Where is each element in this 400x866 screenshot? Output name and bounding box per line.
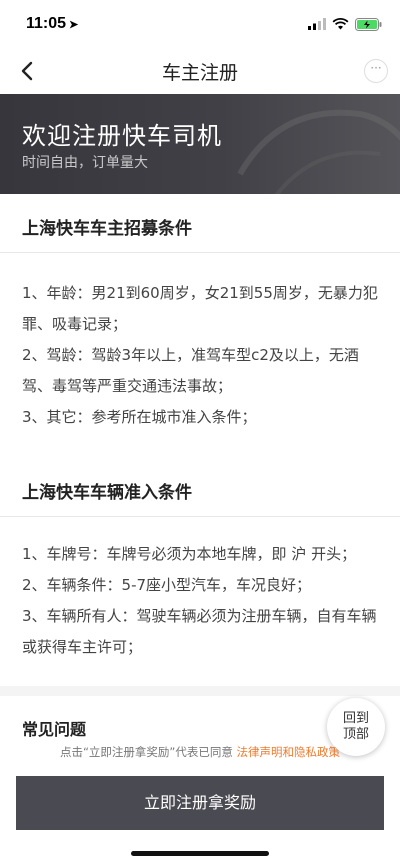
divider [0, 516, 400, 517]
list-item: 1、年龄：男21到60周岁，女21到55周岁，无暴力犯罪、吸毒记录； [22, 284, 378, 333]
battery-charging-icon [355, 17, 382, 31]
driver-requirements-list: 1、年龄：男21到60周岁，女21到55周岁，无暴力犯罪、吸毒记录； 2、驾龄：… [22, 278, 378, 433]
list-item: 2、车辆条件：5-7座小型汽车，车况良好； [22, 576, 312, 594]
section-heading-vehicle-requirements: 上海快车车辆准入条件 [22, 483, 192, 503]
more-options-button[interactable]: ··· [364, 59, 388, 83]
divider [0, 252, 400, 253]
vehicle-requirements-list: 1、车牌号：车牌号必须为本地车牌，即 沪 开头； 2、车辆条件：5-7座小型汽车… [22, 539, 378, 663]
wifi-icon [332, 18, 349, 30]
list-item: 2、驾龄：驾龄3年以上，准驾车型c2及以上，无酒驾、毒驾等严重交通违法事故； [22, 346, 359, 395]
agreement-prefix: 点击“立即注册拿奖励”代表已同意 [59, 745, 237, 759]
section-gap [0, 686, 400, 696]
section-heading-driver-requirements: 上海快车车主招募条件 [22, 219, 192, 239]
status-icons [308, 17, 382, 31]
status-bar: 11:05 ➤ [0, 0, 400, 48]
faq-title: 常见问题 [22, 720, 87, 739]
back-to-top-button[interactable]: 回到顶部 [327, 698, 385, 756]
hero-banner: 欢迎注册快车司机 时间自由，订单量大 [0, 94, 400, 194]
list-item: 1、车牌号：车牌号必须为本地车牌，即 沪 开头； [22, 545, 357, 563]
status-time-text: 11:05 [26, 15, 67, 32]
status-time: 11:05 ➤ [26, 15, 78, 33]
home-indicator [131, 851, 269, 856]
location-arrow-icon: ➤ [69, 19, 79, 31]
register-reward-button[interactable]: 立即注册拿奖励 [16, 776, 384, 830]
list-item: 3、车辆所有人：驾驶车辆必须为注册车辆，自有车辆或获得车主许可； [22, 607, 377, 656]
page-title: 车主注册 [161, 61, 238, 84]
list-item: 3、其它：参考所在城市准入条件； [22, 408, 257, 426]
hero-subtitle: 时间自由，订单量大 [22, 155, 148, 171]
back-chevron-icon[interactable] [14, 57, 42, 85]
hero-title: 欢迎注册快车司机 [22, 122, 222, 150]
cellular-signal-icon [308, 18, 326, 30]
legal-privacy-link[interactable]: 法律声明和隐私政策 [237, 745, 341, 759]
nav-bar: 车主注册 ··· [0, 48, 400, 94]
back-to-top-label: 回到顶部 [342, 711, 369, 742]
car-silhouette-decoration [237, 109, 400, 194]
